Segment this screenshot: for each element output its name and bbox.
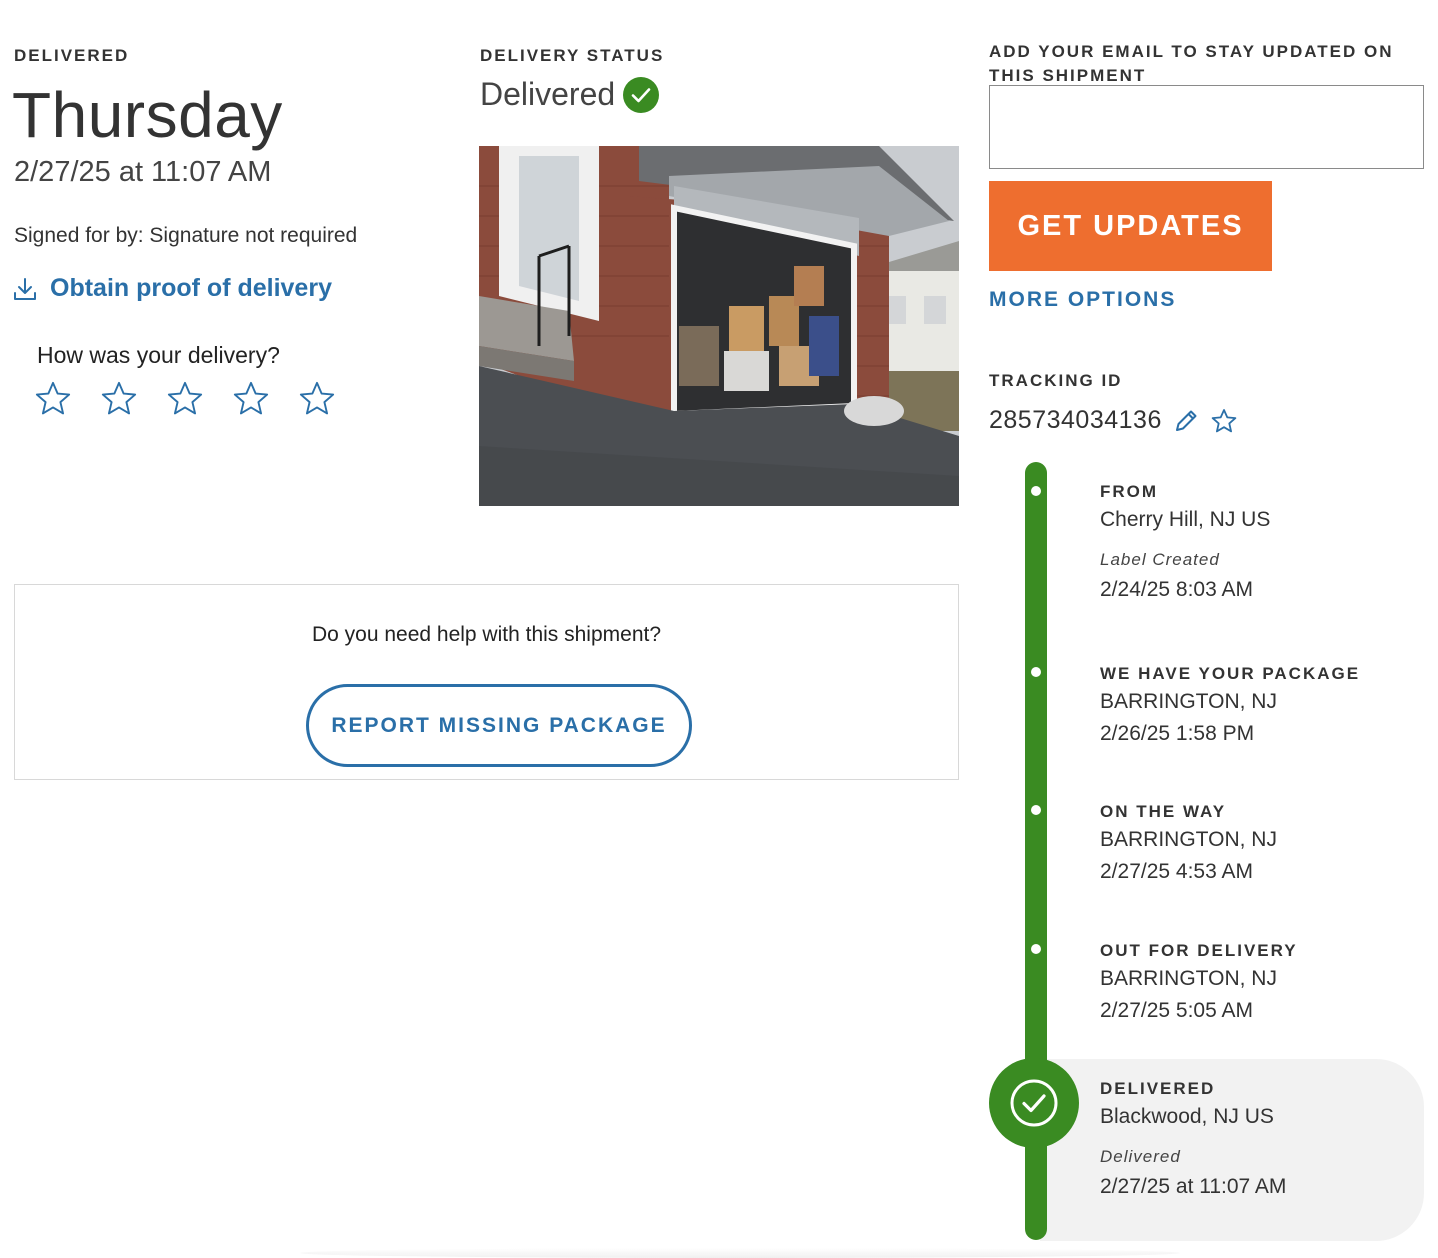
rating-star-1-icon[interactable] xyxy=(34,380,72,418)
delivered-datetime: 2/27/25 at 11:07 AM xyxy=(14,156,272,188)
rating-star-4-icon[interactable] xyxy=(232,380,270,418)
event-time: 2/27/25 5:05 AM xyxy=(1100,999,1253,1022)
check-circle-icon xyxy=(1010,1079,1058,1127)
timeline-event-out-for-delivery: OUT FOR DELIVERY BARRINGTON, NJ 2/27/25 … xyxy=(1100,941,1298,1023)
event-title: DELIVERED xyxy=(1100,1079,1216,1098)
rating-star-2-icon[interactable] xyxy=(100,380,138,418)
event-location: BARRINGTON, NJ xyxy=(1100,967,1277,990)
tracking-number: 285734034136 xyxy=(989,406,1162,434)
timeline-dot xyxy=(1031,667,1041,677)
delivery-status: Delivered xyxy=(480,76,660,113)
tracking-id-label: TRACKING ID xyxy=(989,371,1123,390)
email-input[interactable] xyxy=(989,85,1424,169)
timeline-dot xyxy=(1031,486,1041,496)
rating-star-3-icon[interactable] xyxy=(166,380,204,418)
timeline-event-we-have-your-package: WE HAVE YOUR PACKAGE BARRINGTON, NJ 2/26… xyxy=(1100,664,1360,746)
event-note: Delivered xyxy=(1100,1147,1181,1166)
shipment-help-box: Do you need help with this shipment? REP… xyxy=(14,584,959,780)
download-icon xyxy=(14,277,36,300)
check-circle-icon xyxy=(623,76,660,113)
timeline-event-delivered: DELIVERED Blackwood, NJ US Delivered 2/2… xyxy=(1100,1079,1286,1199)
event-location: BARRINGTON, NJ xyxy=(1100,690,1277,713)
event-title: WE HAVE YOUR PACKAGE xyxy=(1100,664,1361,683)
rating-star-5-icon[interactable] xyxy=(298,380,336,418)
event-title: FROM xyxy=(1100,482,1159,501)
timeline-dot xyxy=(1031,805,1041,815)
event-note: Label Created xyxy=(1100,550,1220,569)
report-missing-package-button[interactable]: REPORT MISSING PACKAGE xyxy=(306,684,692,767)
more-options-link[interactable]: MORE OPTIONS xyxy=(989,288,1176,312)
event-location: Blackwood, NJ US xyxy=(1100,1105,1274,1128)
tracking-id-row: 285734034136 xyxy=(989,406,1238,435)
event-location: Cherry Hill, NJ US xyxy=(1100,508,1271,531)
event-location: BARRINGTON, NJ xyxy=(1100,828,1277,851)
event-time: 2/27/25 4:53 AM xyxy=(1100,860,1253,883)
event-time: 2/27/25 at 11:07 AM xyxy=(1100,1175,1287,1198)
event-title: ON THE WAY xyxy=(1100,802,1227,821)
proof-link-label: Obtain proof of delivery xyxy=(50,274,332,302)
timeline-event-from: FROM Cherry Hill, NJ US Label Created 2/… xyxy=(1100,482,1270,602)
proof-of-delivery-photo xyxy=(479,146,959,506)
email-updates-label: ADD YOUR EMAIL TO STAY UPDATED ON THIS S… xyxy=(989,42,1394,85)
delivered-day: Thursday xyxy=(12,79,283,151)
help-question: Do you need help with this shipment? xyxy=(311,623,662,646)
event-title: OUT FOR DELIVERY xyxy=(1100,941,1298,960)
delivery-status-label: DELIVERY STATUS xyxy=(480,46,665,65)
rating-stars xyxy=(34,380,336,418)
delivered-label: DELIVERED xyxy=(14,46,130,65)
favorite-star-icon[interactable] xyxy=(1210,407,1238,435)
event-time: 2/24/25 8:03 AM xyxy=(1100,578,1253,601)
timeline-event-on-the-way: ON THE WAY BARRINGTON, NJ 2/27/25 4:53 A… xyxy=(1100,802,1277,884)
event-time: 2/26/25 1:58 PM xyxy=(1100,722,1255,745)
timeline-dot xyxy=(1031,944,1041,954)
obtain-proof-of-delivery-link[interactable]: Obtain proof of delivery xyxy=(12,274,332,303)
delivery-status-text: Delivered xyxy=(480,76,616,112)
bottom-shadow xyxy=(300,1248,1180,1258)
get-updates-button[interactable]: GET UPDATES xyxy=(989,181,1272,271)
rating-question: How was your delivery? xyxy=(37,342,280,368)
pencil-icon[interactable] xyxy=(1172,407,1200,435)
delivered-check-badge xyxy=(989,1058,1079,1148)
signed-for-text: Signed for by: Signature not required xyxy=(14,224,358,247)
